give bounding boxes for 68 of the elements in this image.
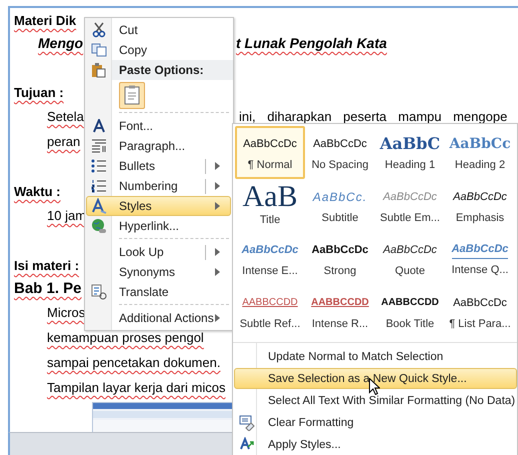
document-text: Tampilan layar kerja dari micos [46,379,226,397]
translate-icon [91,284,107,300]
style-gallery-item[interactable]: AaBbC Heading 1 [375,126,445,179]
document-text: Micros [46,304,86,322]
document-text: t Lunak Pengolah Kata [235,34,387,53]
document-text: Tujuan : [14,84,64,102]
document-text: ini, diharapkan peserta mampu mengope [238,108,508,126]
document-text: Setela [46,108,84,126]
menu-item[interactable]: Update Normal to Match Selection [234,346,517,367]
submenu-arrow-icon [215,202,220,210]
style-gallery-item[interactable]: AaB Title [235,179,305,232]
menu-item[interactable]: Cut [86,20,231,40]
submenu-arrow-icon [215,182,220,190]
style-gallery-item[interactable]: AaBbCcDc Emphasis [445,179,515,232]
style-gallery-item[interactable]: AaBbCcDc Subtle Em... [375,179,445,232]
menu-item[interactable]: Save Selection as a New Quick Style... [234,368,517,389]
submenu-arrow-icon [215,248,220,256]
submenu-arrow-icon [215,268,220,276]
style-gallery-item[interactable]: AABBCCDD Book Title [375,285,445,338]
style-gallery-item[interactable]: AaBbCcDc Strong [305,232,375,285]
eraser-icon [239,414,255,430]
document-text: Isi materi : [14,257,80,275]
menu-item[interactable]: Numbering [86,176,231,196]
style-gallery-item[interactable]: AABBCCDD Subtle Ref... [235,285,305,338]
menu-item[interactable]: Clear Formatting [234,412,517,433]
style-gallery-item[interactable]: AaBbCcDc Quote [375,232,445,285]
menu-item[interactable]: Synonyms [86,262,231,282]
style-gallery-item[interactable]: AaBbCcDc Intense Q... [445,232,515,285]
menu-item[interactable]: Look Up [86,242,231,262]
menu-item[interactable]: Hyperlink... [86,216,231,236]
style-gallery-item[interactable]: AaBbCcDc No Spacing [305,126,375,179]
document-text: Mengo [37,34,84,53]
numbering-icon [91,179,107,193]
style-gallery-item[interactable]: AaBbCcDc Intense E... [235,232,305,285]
menu-item[interactable]: Select All Text With Similar Formatting (No Data) [234,390,517,411]
document-text: Materi Dik [14,12,76,30]
menu-item[interactable]: Font... [86,116,231,136]
style-gallery-item[interactable]: AABBCCDD Intense R... [305,285,375,338]
menu-item[interactable]: Apply Styles... [234,434,517,455]
clipboard-icon [124,85,140,105]
style-gallery-item[interactable]: AaBbCcDc ¶ List Para... [445,285,515,338]
menu-item[interactable]: Bullets [86,156,231,176]
clipboard-icon [90,62,106,78]
menu-item[interactable]: Styles [86,196,231,216]
style-gallery-item[interactable]: AaBbCcDc ¶ Normal [235,126,305,179]
menu-item[interactable]: Copy [86,40,231,60]
document-text: peran [46,133,80,151]
menu-item[interactable]: Paragraph... [86,136,231,156]
document-text: sampai pencetakan dokumen. [46,354,220,372]
paste-keep-formatting-button[interactable] [119,82,145,108]
copy-icon [91,43,107,57]
styles-icon [91,198,107,214]
menu-item[interactable]: Additional Actions [86,308,231,328]
paragraph-icon [91,139,107,153]
style-gallery-item[interactable]: AaBbCc. Subtitle [305,179,375,232]
style-gallery-item[interactable]: AaBbCc Heading 2 [445,126,515,179]
document-text: Waktu : [14,183,60,201]
font-icon [92,119,106,133]
scissors-icon [92,22,106,38]
menu-item[interactable]: Translate [86,282,231,302]
submenu-arrow-icon [215,162,220,170]
bullets-icon [91,159,107,173]
menu-header: Paste Options: [118,63,204,77]
document-text: Bab 1. Pe [14,279,82,299]
document-text: kemampuan proses pengol [46,329,204,347]
globe-icon [91,218,107,234]
apply-styles-icon [239,436,255,452]
submenu-arrow-icon [215,314,220,322]
